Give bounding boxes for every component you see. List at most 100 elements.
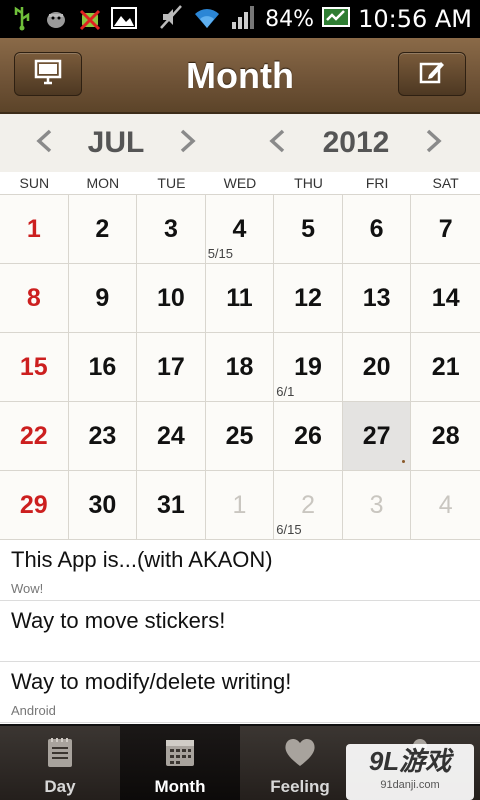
post-subtitle: Android	[11, 703, 56, 718]
list-item[interactable]: Way to modify/delete writing! Android	[0, 662, 480, 723]
day-number: 10	[157, 283, 185, 312]
calendar-day[interactable]: 4 5/15	[205, 195, 275, 264]
calendar-day[interactable]: 12	[274, 264, 343, 333]
calendar-day[interactable]: 3	[137, 195, 206, 264]
tab-day[interactable]: Day	[0, 726, 120, 800]
list-item[interactable]: Way to move stickers!	[0, 601, 480, 662]
usb-icon	[8, 4, 36, 32]
day-number: 5	[301, 214, 316, 243]
calendar-day[interactable]: 2 6/15	[274, 471, 343, 540]
day-number: 14	[431, 283, 460, 312]
calendar-day[interactable]: 20	[342, 333, 412, 402]
day-number: 4	[438, 490, 453, 519]
battery-percent: 84%	[265, 6, 315, 32]
write-button[interactable]	[398, 52, 466, 96]
day-number: 8	[26, 283, 41, 312]
android-blocked-icon	[76, 4, 104, 32]
calendar-day[interactable]: 22	[0, 402, 69, 471]
day-note: 5/15	[207, 246, 234, 261]
calendar-day[interactable]: 25	[205, 402, 275, 471]
calendar-day[interactable]: 24	[137, 402, 206, 471]
view-toggle-button[interactable]	[14, 52, 82, 96]
calendar-day[interactable]: 11	[205, 264, 275, 333]
post-subtitle: Wow!	[11, 581, 44, 596]
day-number: 19	[294, 352, 322, 381]
calendar-day[interactable]: 4	[411, 471, 480, 540]
day-note: 6/15	[276, 522, 302, 537]
calendar-day[interactable]: 1	[205, 471, 275, 540]
calendar-day[interactable]: 15	[0, 333, 69, 402]
calendar-day[interactable]: 8	[0, 264, 69, 333]
month-label: JUL	[87, 126, 145, 159]
day-number: 13	[362, 283, 391, 312]
post-title: This App is...(with AKAON)	[11, 547, 273, 572]
calendar-icon	[164, 736, 196, 773]
calendar-day[interactable]: 6	[342, 195, 412, 264]
calendar-day[interactable]: 19 6/1	[274, 333, 343, 402]
day-number: 28	[431, 421, 460, 450]
watermark: 9L游戏 91danji.com	[346, 744, 474, 800]
post-title: Way to move stickers!	[11, 608, 226, 633]
calendar-day[interactable]: 17	[137, 333, 206, 402]
calendar-day[interactable]: 13	[342, 264, 412, 333]
calendar-day[interactable]: 26	[274, 402, 343, 471]
month-year-selector: JUL 2012	[0, 114, 480, 172]
calendar-grid: 1 2 3 4 5/15 5 6 7 8 9 10 11 12 13 14 15 16 17 18 19 6/1 20 21…	[0, 194, 480, 540]
calendar-day[interactable]: 30	[68, 471, 138, 540]
calendar-day[interactable]: 10	[137, 264, 206, 333]
day-number: 3	[163, 214, 178, 243]
day-number: 26	[294, 421, 322, 450]
calendar-day[interactable]: 29	[0, 471, 69, 540]
watermark-url: 91danji.com	[380, 779, 440, 791]
image-icon	[110, 4, 138, 32]
day-number: 2	[301, 490, 316, 519]
chevron-right-icon	[425, 129, 443, 158]
prev-year-button[interactable]	[257, 120, 297, 166]
event-dot	[402, 460, 406, 463]
weekday-label: THU	[294, 175, 323, 191]
tab-month[interactable]: Month	[120, 726, 240, 800]
calendar-day[interactable]: 14	[411, 264, 480, 333]
calendar-day[interactable]: 16	[68, 333, 138, 402]
day-number: 1	[232, 490, 247, 519]
calendar-day[interactable]: 7	[411, 195, 480, 264]
prev-month-button[interactable]	[24, 120, 64, 166]
calendar-day[interactable]: 21	[411, 333, 480, 402]
post-list: This App is...(with AKAON) Wow! Way to m…	[0, 540, 480, 724]
chevron-left-icon	[268, 129, 286, 158]
watermark-logo: 9L游戏	[368, 746, 452, 776]
day-number: 11	[226, 283, 253, 312]
weekday-label: SUN	[19, 175, 50, 191]
calendar-day[interactable]: 2	[68, 195, 138, 264]
day-number: 24	[157, 421, 185, 450]
day-number: 18	[225, 352, 254, 381]
list-item[interactable]: This App is...(with AKAON) Wow!	[0, 540, 480, 601]
heart-icon	[283, 736, 317, 773]
year-label: 2012	[322, 126, 390, 159]
calendar-day[interactable]: 31	[137, 471, 206, 540]
battery-icon	[322, 6, 351, 33]
next-month-button[interactable]	[168, 120, 208, 166]
day-number: 17	[157, 352, 185, 381]
calendar-day[interactable]: 3	[342, 471, 412, 540]
calendar-day-today[interactable]: 27	[342, 402, 412, 471]
calendar-day[interactable]: 1	[0, 195, 69, 264]
tab-feeling[interactable]: Feeling	[240, 726, 360, 800]
day-number: 6	[369, 214, 384, 243]
calendar-day[interactable]: 9	[68, 264, 138, 333]
day-note: 6/1	[276, 384, 295, 399]
calendar-day[interactable]: 5	[274, 195, 343, 264]
weekday-header: SUN MON TUE WED THU FRI SAT	[0, 172, 480, 194]
day-number: 12	[294, 283, 322, 312]
edit-icon	[418, 58, 446, 91]
next-year-button[interactable]	[414, 120, 454, 166]
weekday-label: WED	[223, 175, 257, 191]
day-number: 23	[88, 421, 117, 450]
day-number: 9	[95, 283, 110, 312]
calendar-day[interactable]: 18	[205, 333, 275, 402]
calendar-day[interactable]: 23	[68, 402, 138, 471]
day-number: 25	[225, 421, 254, 450]
day-number: 21	[431, 352, 460, 381]
chevron-left-icon	[35, 129, 53, 158]
calendar-day[interactable]: 28	[411, 402, 480, 471]
